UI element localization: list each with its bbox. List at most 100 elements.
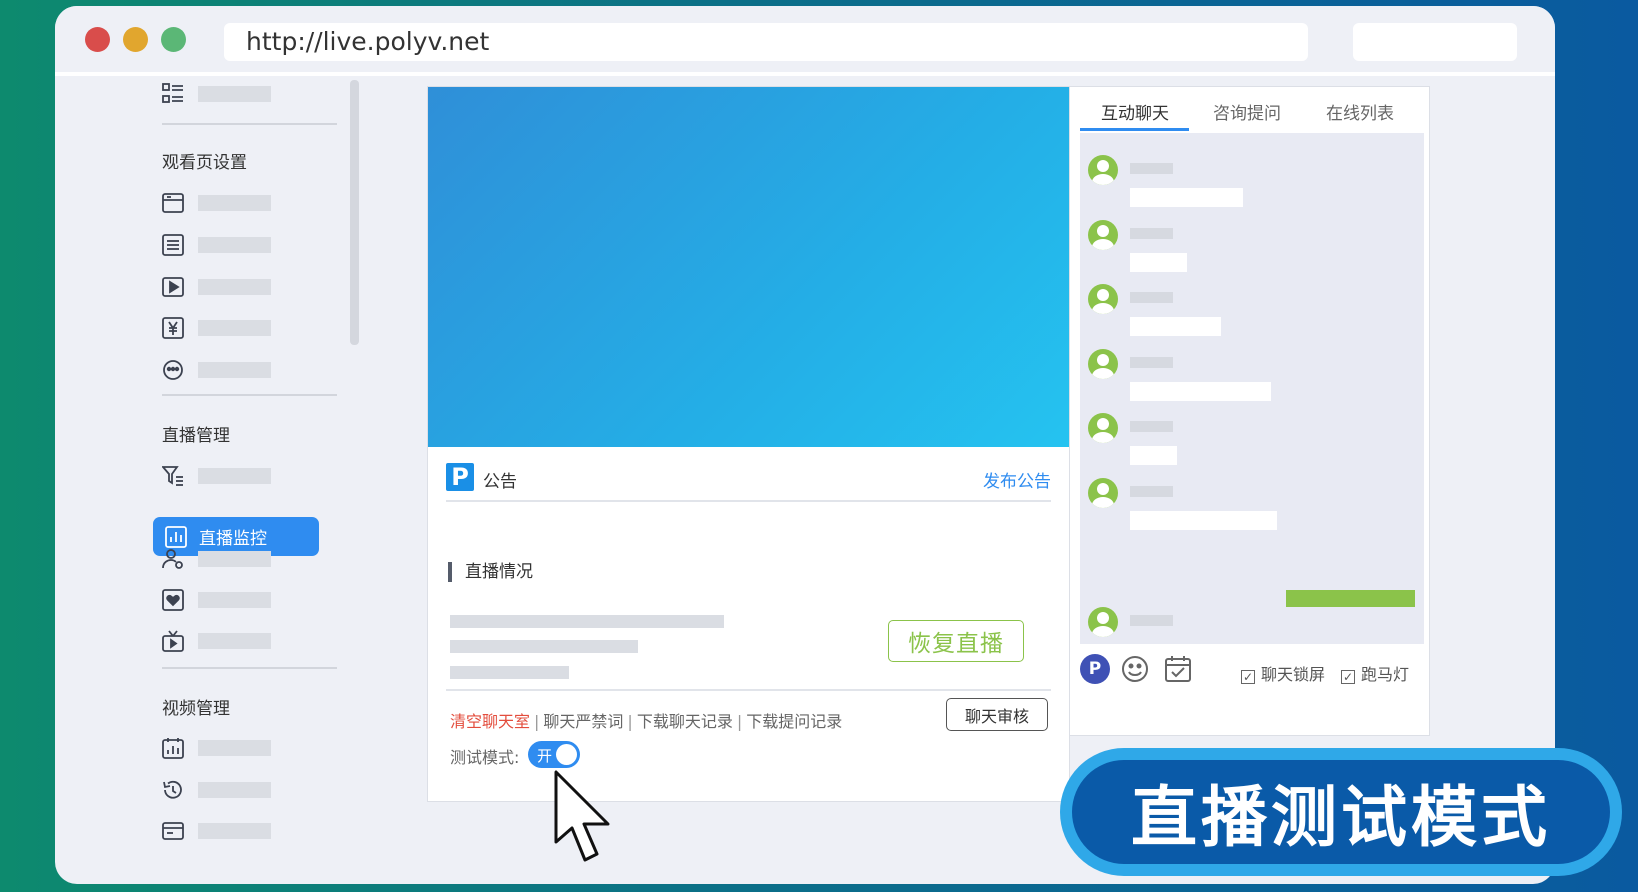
separator: | <box>534 712 540 731</box>
separator: | <box>736 712 743 731</box>
play-icon[interactable] <box>162 276 184 298</box>
chat-username-placeholder <box>1130 228 1173 239</box>
check-in-icon[interactable] <box>1163 654 1193 684</box>
chat-messages[interactable] <box>1080 133 1424 644</box>
polyv-logo: P <box>446 463 474 491</box>
status-text-placeholder <box>450 640 638 653</box>
status-text-placeholder <box>450 666 569 679</box>
chat-username-placeholder <box>1130 357 1173 368</box>
notice-label: 公告 <box>483 472 517 492</box>
resume-live-button[interactable]: 恢复直播 <box>888 620 1024 662</box>
live-monitor-panel: P 公告 发布公告 直播情况 恢复直播 清空聊天室 | 聊天严禁词 | 下载聊天记录 | 下… <box>427 86 1070 802</box>
toggle-knob <box>556 744 577 765</box>
chat-lock-label: 聊天锁屏 <box>1261 665 1326 684</box>
history-icon[interactable] <box>162 779 184 801</box>
sidebar-item-placeholder[interactable] <box>198 782 271 798</box>
emoji-icon[interactable] <box>1120 654 1150 684</box>
chat-operations: 清空聊天室 | 聊天严禁词 | 下载聊天记录 | 下载提问记录 <box>450 708 842 732</box>
caption-badge: 直播测试模式 <box>1060 748 1622 876</box>
status-text-placeholder <box>450 615 724 628</box>
browser-toolbar-blank[interactable] <box>1353 23 1517 61</box>
document-list-icon[interactable] <box>162 234 184 256</box>
chat-username-placeholder <box>1130 292 1173 303</box>
avatar <box>1088 478 1118 508</box>
filter-icon[interactable] <box>162 465 184 487</box>
test-mode-toggle[interactable]: 开 <box>528 741 580 768</box>
chat-tabs: 互动聊天 咨询提问 在线列表 <box>1070 87 1429 133</box>
chat-message-placeholder <box>1130 511 1277 530</box>
sidebar-item-placeholder[interactable] <box>198 468 271 484</box>
sidebar-item-placeholder[interactable] <box>198 740 271 756</box>
download-chat-link[interactable]: 下载聊天记录 <box>637 712 733 731</box>
banned-words-link[interactable]: 聊天严禁词 <box>543 712 623 731</box>
publish-notice-link[interactable]: 发布公告 <box>983 467 1051 492</box>
live-status-title: 直播情况 <box>448 562 533 582</box>
sidebar-item-placeholder[interactable] <box>198 86 271 102</box>
avatar <box>1088 284 1118 314</box>
close-window-button[interactable] <box>85 27 110 52</box>
tab-questions[interactable]: 咨询提问 <box>1213 99 1281 124</box>
sidebar-item-placeholder[interactable] <box>198 237 271 253</box>
title-bar: http://live.polyv.net <box>55 6 1555 76</box>
sidebar-item-label: 直播监控 <box>199 529 267 549</box>
chat-bubble-icon[interactable] <box>162 359 184 381</box>
clear-chat-link[interactable]: 清空聊天室 <box>450 712 530 731</box>
tab-interactive-chat[interactable]: 互动聊天 <box>1101 99 1169 124</box>
bar-chart-icon <box>165 525 187 548</box>
sidebar-divider <box>162 667 337 669</box>
avatar <box>1088 607 1118 637</box>
chat-lock-checkbox[interactable]: ✓ 聊天锁屏 <box>1241 661 1325 685</box>
active-tab-indicator <box>1080 128 1189 131</box>
chat-message-placeholder <box>1130 317 1221 336</box>
section-title-live-management: 直播管理 <box>162 426 230 446</box>
sidebar: 观看页设置 直播管理 直播监控 视频管理 <box>55 80 359 884</box>
calendar-chart-icon[interactable] <box>162 737 184 759</box>
heart-box-icon[interactable] <box>162 589 184 611</box>
window-icon[interactable] <box>162 192 184 214</box>
chat-review-button[interactable]: 聊天审核 <box>946 698 1048 731</box>
section-title-video-management: 视频管理 <box>162 699 230 719</box>
live-video-player[interactable] <box>428 87 1069 447</box>
sidebar-item-placeholder[interactable] <box>198 320 271 336</box>
avatar <box>1088 155 1118 185</box>
chat-username-placeholder <box>1130 615 1173 626</box>
section-title-viewer-settings: 观看页设置 <box>162 153 247 173</box>
chat-toolbar: P ✓ 聊天锁屏 ✓ 跑马灯 <box>1070 644 1429 692</box>
checkbox-mark: ✓ <box>1341 670 1355 684</box>
chat-message-placeholder <box>1130 188 1243 207</box>
chat-username-placeholder <box>1130 421 1173 432</box>
marquee-checkbox[interactable]: ✓ 跑马灯 <box>1341 661 1409 685</box>
caption-text: 直播测试模式 <box>1072 760 1610 864</box>
marquee-label: 跑马灯 <box>1361 665 1410 684</box>
test-mode-label: 测试模式: <box>450 748 520 767</box>
chat-username-placeholder <box>1130 486 1173 497</box>
avatar <box>1088 349 1118 379</box>
yen-icon[interactable] <box>162 317 184 339</box>
chat-message-placeholder <box>1130 446 1177 465</box>
address-bar[interactable]: http://live.polyv.net <box>224 23 1308 61</box>
sidebar-item-placeholder[interactable] <box>198 592 271 608</box>
sidebar-item-placeholder[interactable] <box>198 362 271 378</box>
chat-message-placeholder <box>1130 382 1271 401</box>
sidebar-item-placeholder[interactable] <box>198 551 271 567</box>
card-icon[interactable] <box>162 820 184 842</box>
tv-icon[interactable] <box>162 630 184 652</box>
sidebar-divider <box>162 394 337 396</box>
sidebar-item-placeholder[interactable] <box>198 195 271 211</box>
polyv-p-button[interactable]: P <box>1080 654 1110 684</box>
sidebar-item-placeholder[interactable] <box>198 279 271 295</box>
list-icon[interactable] <box>162 82 184 104</box>
checkbox-mark: ✓ <box>1241 670 1255 684</box>
divider <box>446 689 1051 691</box>
sidebar-scrollbar[interactable] <box>350 80 359 345</box>
sidebar-divider <box>162 123 337 125</box>
sidebar-item-placeholder[interactable] <box>198 633 271 649</box>
tab-online-list[interactable]: 在线列表 <box>1326 99 1394 124</box>
chat-message-placeholder <box>1130 253 1187 272</box>
download-questions-link[interactable]: 下载提问记录 <box>746 712 842 731</box>
chat-panel: 互动聊天 咨询提问 在线列表 P ✓ 聊天锁屏 ✓ 跑马灯 <box>1070 86 1430 736</box>
minimize-window-button[interactable] <box>123 27 148 52</box>
user-settings-icon[interactable] <box>162 548 184 570</box>
sidebar-item-placeholder[interactable] <box>198 823 271 839</box>
maximize-window-button[interactable] <box>161 27 186 52</box>
